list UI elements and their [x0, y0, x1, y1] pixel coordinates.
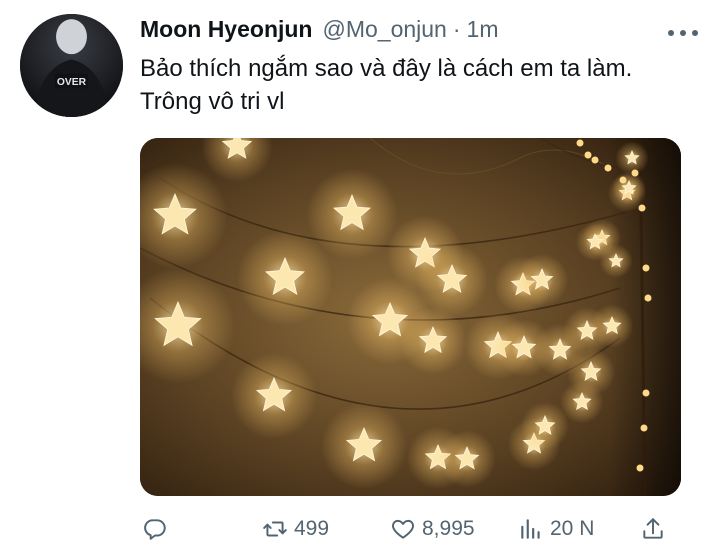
share-icon	[643, 518, 663, 539]
bulb-light	[584, 151, 592, 159]
bulb-light	[591, 156, 599, 164]
retweet-icon	[263, 521, 287, 537]
bulb-light	[640, 424, 648, 432]
action-bar: 499 8,995 20 N	[140, 512, 680, 546]
bulb-light	[604, 164, 612, 172]
retweet-count: 499	[294, 517, 330, 540]
retweet-button[interactable]: 499	[262, 516, 329, 542]
separator-dot: ·	[452, 16, 461, 42]
bulb-light	[619, 176, 627, 184]
avatar-image: OVER	[20, 14, 123, 117]
tweet: OVER Moon Hyeonjun @Mo_onjun · 1m Bảo th…	[0, 0, 720, 555]
more-dot	[680, 30, 686, 36]
like-count: 8,995	[422, 517, 475, 540]
heart-icon	[392, 519, 414, 539]
bulb-light	[642, 264, 650, 272]
bulb-light	[638, 204, 646, 212]
tweet-text: Bảo thích ngắm sao và đây là cách em ta …	[140, 55, 633, 115]
user-handle[interactable]: @Mo_onjun	[322, 16, 446, 43]
views-button[interactable]: 20 N	[518, 516, 594, 542]
bulb-light	[642, 389, 650, 397]
like-button[interactable]: 8,995	[390, 516, 475, 542]
timestamp[interactable]: 1m	[467, 16, 499, 43]
reply-button[interactable]	[142, 516, 168, 542]
share-button[interactable]	[640, 516, 666, 542]
more-dot	[668, 30, 674, 36]
tweet-photo[interactable]	[140, 138, 681, 496]
display-name[interactable]: Moon Hyeonjun	[140, 16, 312, 43]
bulb-light	[636, 464, 644, 472]
star-lights-photo	[140, 138, 681, 496]
avatar[interactable]: OVER	[20, 14, 123, 117]
more-options-icon[interactable]	[668, 26, 698, 40]
more-dot	[692, 30, 698, 36]
views-count: 20 N	[550, 517, 595, 540]
views-icon	[521, 519, 540, 539]
avatar-text: OVER	[57, 77, 87, 88]
bulb-light	[576, 139, 584, 147]
tweet-header: Moon Hyeonjun @Mo_onjun · 1m	[140, 16, 498, 48]
bulb-light	[644, 294, 652, 302]
reply-icon	[144, 519, 166, 540]
bulb-light	[631, 169, 639, 177]
